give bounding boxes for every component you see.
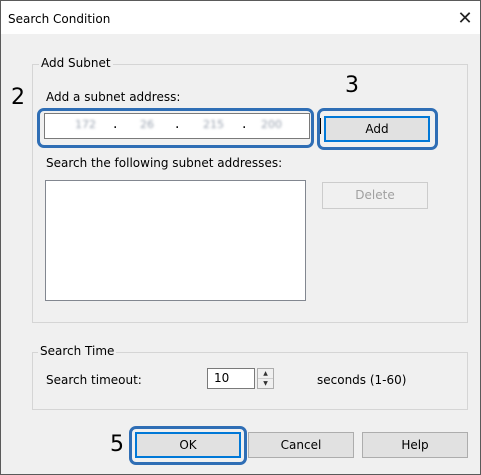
callout-ip-input — [37, 108, 314, 148]
spin-up-icon[interactable]: ▲ — [258, 369, 273, 379]
timeout-spinner[interactable]: ▲ ▼ — [257, 368, 274, 389]
subnet-list-label: Search the following subnet addresses: — [46, 156, 283, 170]
step-number-2: 2 — [11, 85, 25, 110]
dialog-title: Search Condition — [8, 12, 111, 26]
callout-ok-button — [129, 426, 247, 465]
title-bar: Search Condition ✕ — [1, 1, 480, 34]
spin-down-icon[interactable]: ▼ — [258, 379, 273, 388]
step-number-3: 3 — [345, 73, 359, 98]
delete-button: Delete — [322, 182, 428, 209]
timeout-unit-label: seconds (1-60) — [317, 373, 407, 387]
add-subnet-group-label: Add Subnet — [39, 56, 113, 70]
subnet-list[interactable] — [45, 180, 306, 301]
step-number-5: 5 — [110, 432, 124, 457]
search-time-group-label: Search Time — [38, 344, 117, 358]
help-button[interactable]: Help — [362, 432, 468, 458]
search-timeout-label: Search timeout: — [46, 373, 142, 387]
cancel-button[interactable]: Cancel — [248, 432, 354, 458]
callout-add-button — [317, 108, 438, 150]
close-icon[interactable]: ✕ — [453, 7, 477, 31]
subnet-address-label: Add a subnet address: — [46, 90, 181, 104]
search-timeout-input[interactable]: 10 — [207, 368, 255, 389]
